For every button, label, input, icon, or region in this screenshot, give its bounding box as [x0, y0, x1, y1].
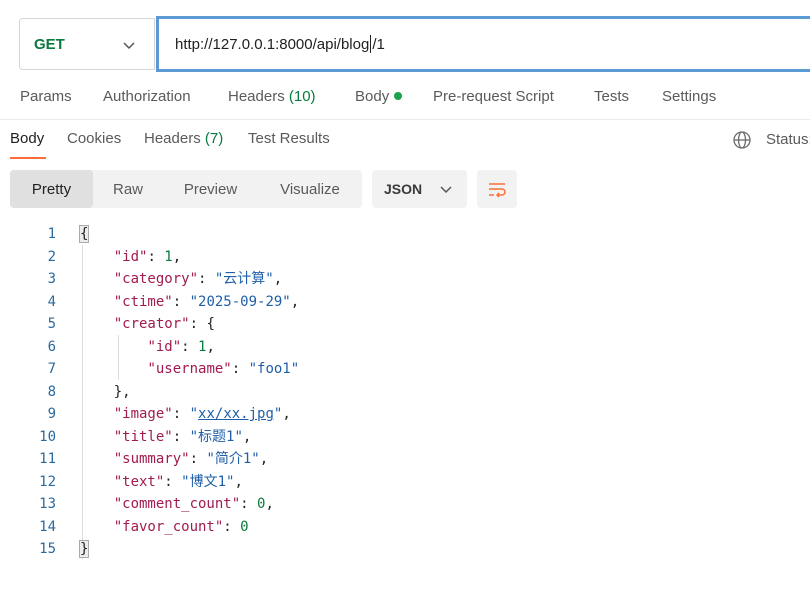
code-line: 1{: [0, 223, 810, 246]
code-line: 3 "category": "云计算",: [0, 268, 810, 291]
json-key: "favor_count": [113, 518, 224, 535]
preview-button[interactable]: Preview: [163, 170, 258, 208]
tab-authorization[interactable]: Authorization: [103, 88, 191, 105]
json-number: 0: [240, 518, 249, 535]
tab-headers[interactable]: Headers (10): [228, 88, 316, 105]
format-label: JSON: [384, 181, 423, 197]
code-line: 5 "creator": {: [0, 313, 810, 336]
json-key: "ctime": [113, 293, 173, 310]
line-number: 7: [47, 361, 56, 377]
tab-body[interactable]: Body: [355, 88, 403, 105]
line-number: 11: [39, 451, 56, 467]
line-number: 6: [47, 338, 56, 355]
method-label: GET: [34, 35, 65, 53]
image-link[interactable]: xx/xx.jpg: [198, 406, 274, 422]
code-line: 12 "text": "博文1",: [0, 471, 810, 494]
code-line: 11 "summary": "简介1",: [0, 448, 810, 471]
tab-headers-count: (10): [288, 88, 316, 105]
code-line: 4 "ctime": "2025-09-29",: [0, 291, 810, 314]
json-key: "text": [113, 473, 165, 490]
json-string: "foo1": [248, 361, 300, 377]
code-line: 7 "username": "foo1": [0, 358, 810, 381]
method-select[interactable]: GET: [19, 18, 155, 70]
response-tab-cookies[interactable]: Cookies: [67, 130, 121, 147]
code-line: 14 "favor_count": 0: [0, 516, 810, 539]
json-key: "id": [113, 248, 148, 265]
line-number: 13: [39, 496, 56, 512]
creator-close-brace: }: [113, 383, 123, 400]
json-string: "简介1": [206, 451, 260, 467]
visualize-button[interactable]: Visualize: [258, 170, 362, 208]
code-line: 15}: [0, 538, 810, 561]
pretty-button[interactable]: Pretty: [10, 170, 93, 208]
line-number: 14: [39, 518, 56, 535]
line-number: 4: [47, 293, 56, 310]
tab-settings[interactable]: Settings: [662, 88, 716, 105]
json-string-quote: ": [189, 406, 199, 422]
line-number: 12: [39, 473, 56, 490]
code-line: 10 "title": "标题1",: [0, 426, 810, 449]
code-line: 8 },: [0, 381, 810, 404]
code-line: 9 "image": "xx/xx.jpg",: [0, 403, 810, 426]
json-key: "id": [147, 338, 182, 355]
line-number: 15: [39, 541, 56, 557]
response-headers-label: Headers: [144, 130, 201, 147]
json-key: "summary": [113, 451, 190, 467]
body-indicator-dot: [394, 92, 403, 101]
active-tab-underline: [10, 157, 46, 159]
line-number: 5: [47, 316, 56, 332]
line-number: 3: [47, 271, 56, 287]
json-key: "username": [147, 361, 232, 377]
response-tab-test-results[interactable]: Test Results: [248, 130, 330, 147]
line-number: 1: [47, 226, 56, 242]
chevron-down-icon: [440, 186, 452, 194]
line-number: 2: [47, 248, 56, 265]
response-tab-headers[interactable]: Headers (7): [144, 130, 223, 147]
tab-headers-label: Headers: [228, 88, 285, 105]
chevron-down-icon: [123, 42, 135, 50]
url-input[interactable]: http://127.0.0.1:8000/api/blog/1: [156, 16, 810, 72]
line-number: 8: [47, 383, 56, 400]
divider: [0, 119, 810, 120]
json-string: "标题1": [189, 428, 243, 445]
json-key: "title": [113, 428, 173, 445]
text-cursor: [370, 35, 372, 53]
response-body-code[interactable]: 1{ 2 "id": 1, 3 "category": "云计算", 4 "ct…: [0, 223, 810, 561]
code-line: 2 "id": 1,: [0, 246, 810, 269]
globe-icon[interactable]: [732, 130, 752, 150]
raw-button[interactable]: Raw: [93, 170, 163, 208]
line-number: 9: [47, 406, 56, 422]
tab-body-label: Body: [355, 88, 390, 105]
tab-prerequest-script[interactable]: Pre-request Script: [433, 88, 554, 105]
json-key: "creator": [113, 316, 190, 332]
json-key: "image": [113, 406, 173, 422]
code-line: 13 "comment_count": 0,: [0, 493, 810, 516]
view-mode-segment: Pretty Raw Preview Visualize: [10, 170, 362, 208]
json-key: "category": [113, 271, 199, 287]
line-number: 10: [39, 428, 56, 445]
json-string: "2025-09-29": [189, 293, 291, 310]
json-number: 1: [164, 248, 173, 265]
url-text-before-cursor: http://127.0.0.1:8000/api/blog: [175, 35, 370, 53]
response-headers-count: (7): [204, 130, 224, 147]
tab-params[interactable]: Params: [20, 88, 72, 105]
url-text-after-cursor: /1: [372, 35, 385, 53]
creator-open-brace: {: [206, 316, 215, 332]
json-string: "云计算": [214, 271, 274, 287]
code-line: 6 "id": 1,: [0, 336, 810, 359]
format-select[interactable]: JSON: [372, 170, 467, 208]
status-label: Status:: [766, 131, 810, 148]
wrap-lines-icon: [489, 183, 506, 198]
close-brace: }: [78, 540, 90, 558]
wrap-lines-button[interactable]: [477, 170, 517, 208]
tab-tests[interactable]: Tests: [594, 88, 629, 105]
json-string: "博文1": [181, 473, 235, 490]
open-brace: {: [78, 225, 90, 243]
json-key: "comment_count": [113, 496, 241, 512]
response-tab-body[interactable]: Body: [10, 130, 44, 147]
